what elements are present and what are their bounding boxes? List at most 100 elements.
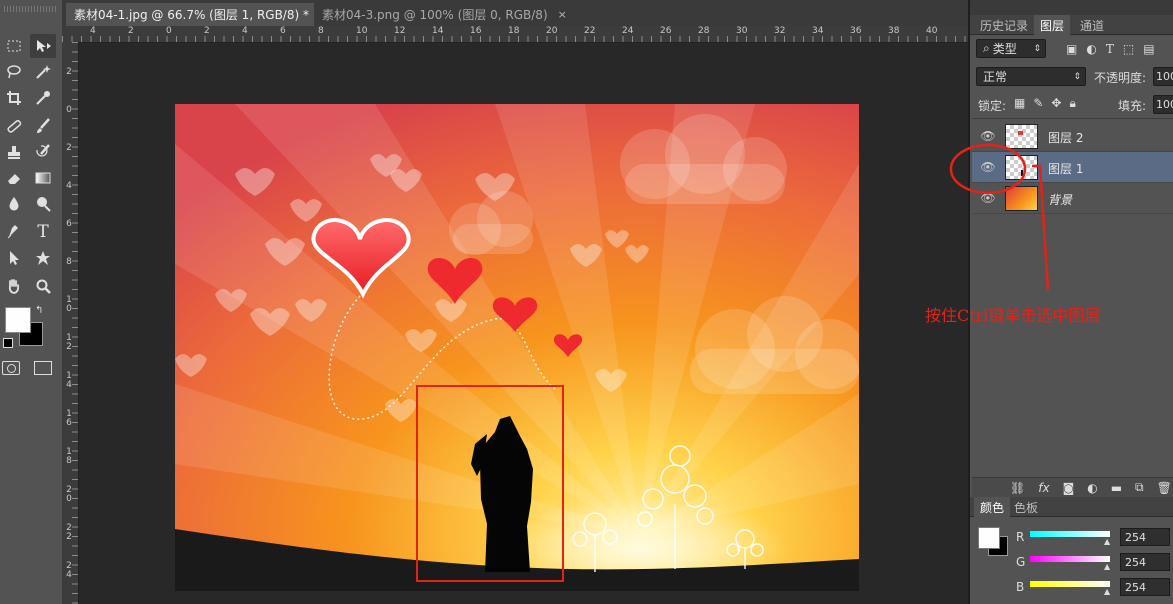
layers-footer: ⛓︎ fx ◙ ◐ ▬ ⧉ 🗑︎ bbox=[972, 477, 1173, 497]
document-tab-active[interactable]: 素材04-1.jpg @ 66.7% (图层 1, RGB/8) * × bbox=[66, 3, 328, 26]
close-icon[interactable]: × bbox=[558, 8, 567, 21]
lock-transparent-icon[interactable]: ▦ bbox=[1014, 96, 1025, 111]
slider-track-b[interactable] bbox=[1030, 581, 1110, 587]
ruler-label: 8 bbox=[66, 257, 72, 267]
new-group-icon[interactable]: ▬ bbox=[1111, 481, 1122, 495]
document-tab[interactable]: 素材04-3.png @ 100% (图层 0, RGB/8) × bbox=[314, 3, 567, 26]
pen-tool-icon[interactable] bbox=[1, 220, 27, 244]
slider-track-r[interactable] bbox=[1030, 531, 1110, 537]
tab-channels[interactable]: 通道 bbox=[1074, 15, 1110, 35]
lock-icons: ▦ ✎ ✥ 🔒︎ bbox=[1014, 96, 1076, 111]
default-colors-icon[interactable] bbox=[3, 338, 13, 348]
slider-b[interactable]: B ▲ 254 bbox=[1016, 578, 1173, 598]
ruler-label: 12 bbox=[394, 26, 406, 36]
ruler-label: 18 bbox=[508, 26, 520, 36]
ruler-label: 8 bbox=[318, 26, 324, 36]
screen-mode-icon[interactable] bbox=[34, 361, 52, 375]
hand-tool-icon[interactable] bbox=[1, 274, 27, 298]
ruler-label: 34 bbox=[812, 26, 824, 36]
foreground-color-swatch-top[interactable] bbox=[5, 307, 31, 333]
ruler-label: 2 bbox=[128, 26, 134, 36]
ruler-label: 2 bbox=[66, 67, 72, 77]
ruler-label: 2 bbox=[204, 26, 210, 36]
g-value-input[interactable]: 254 bbox=[1120, 553, 1170, 571]
fill-input[interactable]: 100 bbox=[1153, 95, 1173, 114]
slider-thumb-icon[interactable]: ▲ bbox=[1104, 562, 1110, 571]
quick-mask-icon[interactable] bbox=[2, 361, 20, 375]
gradient-tool-icon[interactable] bbox=[30, 166, 56, 190]
eraser-tool-icon[interactable] bbox=[1, 166, 27, 190]
tools-panel: T ↰ bbox=[0, 0, 63, 604]
image-filter-icon[interactable]: ▣ bbox=[1066, 42, 1077, 56]
filter-icons: ▣ ◐ T ⬚ ▤ bbox=[1066, 40, 1170, 57]
eyedropper-tool-icon[interactable] bbox=[30, 86, 56, 110]
ruler-label: 1 0 bbox=[66, 295, 72, 314]
blur-tool-icon[interactable] bbox=[1, 192, 27, 216]
annotation-line bbox=[1032, 164, 1050, 291]
ruler-label: 10 bbox=[356, 26, 368, 36]
fill-label: 填充: bbox=[1118, 99, 1147, 113]
shape-filter-icon[interactable]: ⬚ bbox=[1123, 42, 1134, 56]
healing-brush-tool-icon[interactable] bbox=[1, 114, 27, 138]
layer-filter-select[interactable]: ⌕ 类型 ⇕ bbox=[976, 39, 1046, 58]
toolbar-grip[interactable] bbox=[4, 6, 58, 12]
slider-r[interactable]: R ▲ 254 bbox=[1016, 528, 1173, 548]
swap-colors-icon[interactable]: ↰ bbox=[35, 305, 43, 316]
lock-paint-icon[interactable]: ✎ bbox=[1033, 96, 1043, 111]
ruler-label: 36 bbox=[850, 26, 862, 36]
slider-track-g[interactable] bbox=[1030, 556, 1110, 562]
ruler-label: 2 4 bbox=[66, 561, 72, 580]
delete-layer-icon[interactable]: 🗑︎ bbox=[1157, 481, 1172, 495]
magic-wand-tool-icon[interactable] bbox=[30, 60, 56, 84]
opacity-input[interactable]: 100 bbox=[1153, 67, 1173, 86]
brush-tool-icon[interactable] bbox=[30, 114, 56, 138]
b-value-input[interactable]: 254 bbox=[1120, 578, 1170, 596]
dodge-tool-icon[interactable] bbox=[30, 192, 56, 216]
ruler-label: 14 bbox=[432, 26, 444, 36]
horizontal-ruler[interactable]: 4 2 0 2 4 6 8 10 12 14 16 18 20 22 24 26 28 30 32 34 36 38 40 bbox=[62, 26, 968, 43]
ruler-label: 30 bbox=[736, 26, 748, 36]
slider-thumb-icon[interactable]: ▲ bbox=[1104, 587, 1110, 596]
slider-g[interactable]: G ▲ 254 bbox=[1016, 553, 1173, 573]
ruler-label: 1 8 bbox=[66, 447, 72, 466]
color-panel-foreground-swatch[interactable] bbox=[978, 527, 1000, 549]
lock-position-icon[interactable]: ✥ bbox=[1051, 96, 1061, 111]
type-tool-icon[interactable]: T bbox=[30, 220, 56, 244]
new-layer-icon[interactable]: ⧉ bbox=[1135, 480, 1144, 495]
tab-label: 素材04-1.jpg @ 66.7% (图层 1, RGB/8) * bbox=[74, 8, 309, 22]
ruler-label: 1 4 bbox=[66, 371, 72, 390]
link-layers-icon[interactable]: ⛓︎ bbox=[1010, 481, 1025, 495]
tab-history[interactable]: 历史记录 bbox=[974, 15, 1034, 35]
history-brush-tool-icon[interactable] bbox=[30, 140, 56, 164]
custom-shape-tool-icon[interactable] bbox=[30, 246, 56, 270]
add-mask-icon[interactable]: ◙ bbox=[1063, 481, 1075, 495]
vertical-ruler[interactable]: 2 0 2 4 6 8 1 0 1 2 1 4 1 6 1 8 2 0 2 2 2 4 bbox=[62, 42, 79, 604]
adjustment-filter-icon[interactable]: ◐ bbox=[1086, 42, 1096, 56]
slider-thumb-icon[interactable]: ▲ bbox=[1104, 537, 1110, 546]
ruler-label: 1 2 bbox=[66, 333, 72, 352]
blend-mode-value: 正常 bbox=[983, 70, 1008, 84]
ruler-label: 20 bbox=[546, 26, 558, 36]
type-filter-icon[interactable]: T bbox=[1106, 42, 1114, 56]
crop-tool-icon[interactable] bbox=[1, 86, 27, 110]
filter-kind-value: 类型 bbox=[992, 42, 1017, 56]
layer-style-icon[interactable]: fx bbox=[1038, 481, 1049, 495]
r-value-input[interactable]: 254 bbox=[1120, 528, 1170, 546]
zoom-tool-icon[interactable] bbox=[30, 274, 56, 298]
tab-layers[interactable]: 图层 bbox=[1034, 15, 1071, 35]
blend-mode-select[interactable]: 正常 ⇕ bbox=[976, 67, 1086, 86]
tab-swatches[interactable]: 色板 bbox=[1008, 497, 1044, 517]
adjustment-layer-icon[interactable]: ◐ bbox=[1087, 481, 1097, 495]
marquee-tool-icon[interactable] bbox=[1, 34, 27, 58]
path-selection-tool-icon[interactable] bbox=[1, 246, 27, 270]
clone-stamp-tool-icon[interactable] bbox=[1, 140, 27, 164]
smart-object-filter-icon[interactable]: ▤ bbox=[1143, 42, 1154, 56]
tab-color[interactable]: 颜色 bbox=[974, 497, 1011, 517]
ruler-label: 26 bbox=[660, 26, 672, 36]
lock-all-icon[interactable]: 🔒︎ bbox=[1069, 96, 1075, 111]
lasso-tool-icon[interactable] bbox=[1, 60, 27, 84]
search-icon: ⌕ bbox=[983, 41, 990, 55]
ruler-label: 6 bbox=[66, 219, 72, 229]
ruler-label: 32 bbox=[774, 26, 786, 36]
move-tool-icon[interactable] bbox=[30, 34, 56, 58]
